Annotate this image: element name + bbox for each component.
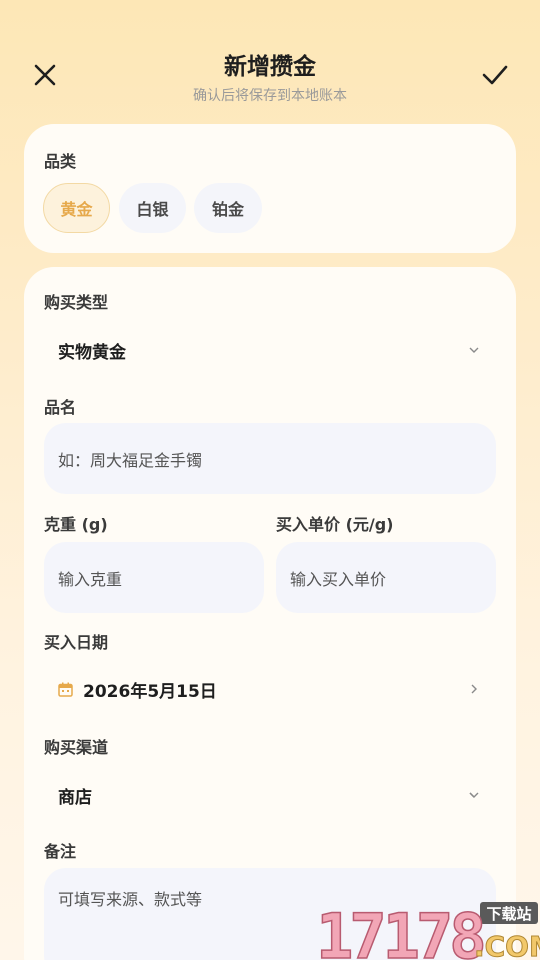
weight-label: 克重 (g) <box>44 515 108 534</box>
chevron-down-icon <box>466 342 482 358</box>
chevron-right-icon <box>466 681 482 697</box>
check-icon <box>482 65 508 85</box>
chip-gold[interactable]: 黄金 <box>43 183 110 233</box>
form-card: 购买类型 实物黄金 品名 如：周大福足金手镯 克重 (g) 输入克重 买入单价 … <box>24 267 516 960</box>
watermark-tag: 下载站 <box>486 905 531 923</box>
category-card: 品类 黄金 白银 铂金 <box>24 124 516 253</box>
chip-platinum[interactable]: 铂金 <box>194 183 262 233</box>
watermark-logo: 下载站 17178 .COM <box>315 899 540 960</box>
watermark-number: 17178 <box>316 900 483 960</box>
channel-select[interactable]: 商店 <box>44 767 496 823</box>
calendar-icon <box>58 681 74 697</box>
chevron-down-icon <box>466 787 482 803</box>
purchase-type-value: 实物黄金 <box>58 342 126 363</box>
purchase-type-select[interactable]: 实物黄金 <box>44 322 496 378</box>
notes-label: 备注 <box>44 842 77 861</box>
header: 新增攒金 确认后将保存到本地账本 <box>0 0 540 120</box>
chip-silver[interactable]: 白银 <box>119 183 186 233</box>
page-subtitle: 确认后将保存到本地账本 <box>193 88 347 104</box>
product-name-label: 品名 <box>44 398 77 417</box>
watermark-suffix: .COM <box>474 930 540 960</box>
purchase-date-picker[interactable]: 2026年5月15日 <box>44 663 496 715</box>
unit-price-label: 买入单价 (元/g) <box>276 515 394 534</box>
purchase-date-label: 买入日期 <box>44 633 109 652</box>
purchase-type-label: 购买类型 <box>44 293 109 312</box>
channel-value: 商店 <box>58 787 92 808</box>
confirm-button[interactable] <box>473 53 517 97</box>
page-title: 新增攒金 <box>224 54 316 80</box>
purchase-date-value: 2026年5月15日 <box>83 681 217 702</box>
product-name-input[interactable]: 如：周大福足金手镯 <box>44 423 496 494</box>
category-label: 品类 <box>44 152 77 171</box>
unit-price-input[interactable]: 输入买入单价 <box>276 542 496 613</box>
weight-input[interactable]: 输入克重 <box>44 542 264 613</box>
channel-label: 购买渠道 <box>44 738 109 757</box>
